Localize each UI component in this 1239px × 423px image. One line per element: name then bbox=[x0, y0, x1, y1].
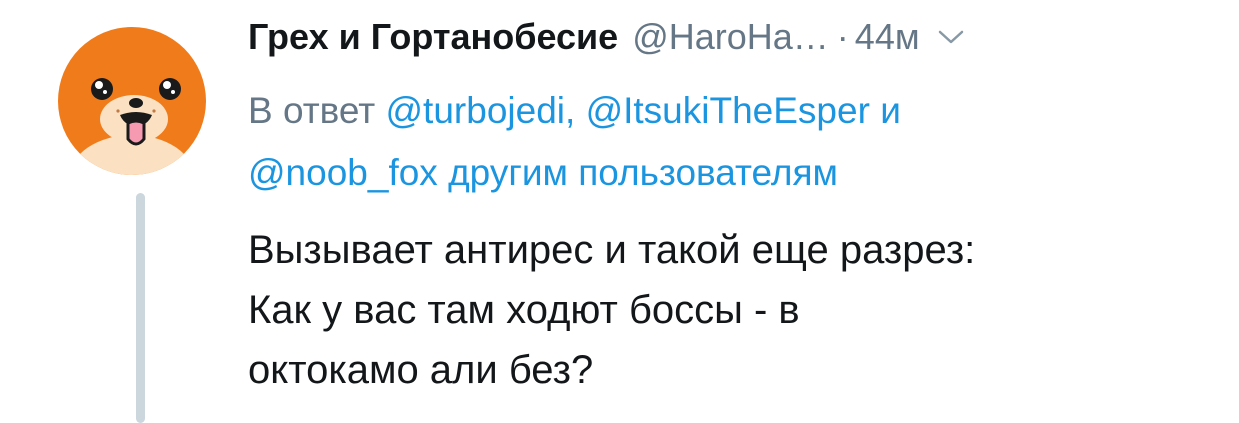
mention-itsuki[interactable]: @ItsukiTheEsper bbox=[586, 90, 870, 131]
reply-prefix: В ответ bbox=[248, 90, 376, 131]
chevron-down-icon[interactable] bbox=[938, 24, 964, 50]
mention-noob-fox[interactable]: @noob_fox bbox=[248, 152, 438, 193]
avatar[interactable] bbox=[58, 27, 206, 175]
author-handle[interactable]: @HaroHa… bbox=[632, 14, 829, 60]
mention-comma: , bbox=[565, 90, 576, 131]
tweet-line: октокамо али без? bbox=[248, 348, 594, 392]
separator-dot: · bbox=[836, 16, 849, 57]
mention-link[interactable]: @turbojedi, bbox=[386, 90, 576, 131]
tweet-line: Как у вас там ходют боссы - в bbox=[248, 288, 800, 332]
reply-conjunction: и bbox=[880, 90, 901, 131]
other-users-link[interactable]: другим пользователям bbox=[448, 152, 838, 193]
thread-connector-line bbox=[136, 193, 145, 423]
mention-turbojedi[interactable]: @turbojedi bbox=[386, 90, 566, 131]
tweet-body: Вызывает антирес и такой еще разрез: Как… bbox=[248, 220, 1218, 400]
tweet-timestamp[interactable]: 44м bbox=[855, 14, 920, 60]
reply-context: В ответ @turbojedi, @ItsukiTheEsper и @n… bbox=[248, 80, 1208, 204]
tweet-header: Грех и Гортанобесие @HaroHa… · 44м bbox=[248, 14, 964, 60]
tweet-line: Вызывает антирес и такой еще разрез: bbox=[248, 228, 976, 272]
author-name[interactable]: Грех и Гортанобесие bbox=[248, 14, 618, 60]
fox-face-avatar bbox=[58, 27, 206, 175]
